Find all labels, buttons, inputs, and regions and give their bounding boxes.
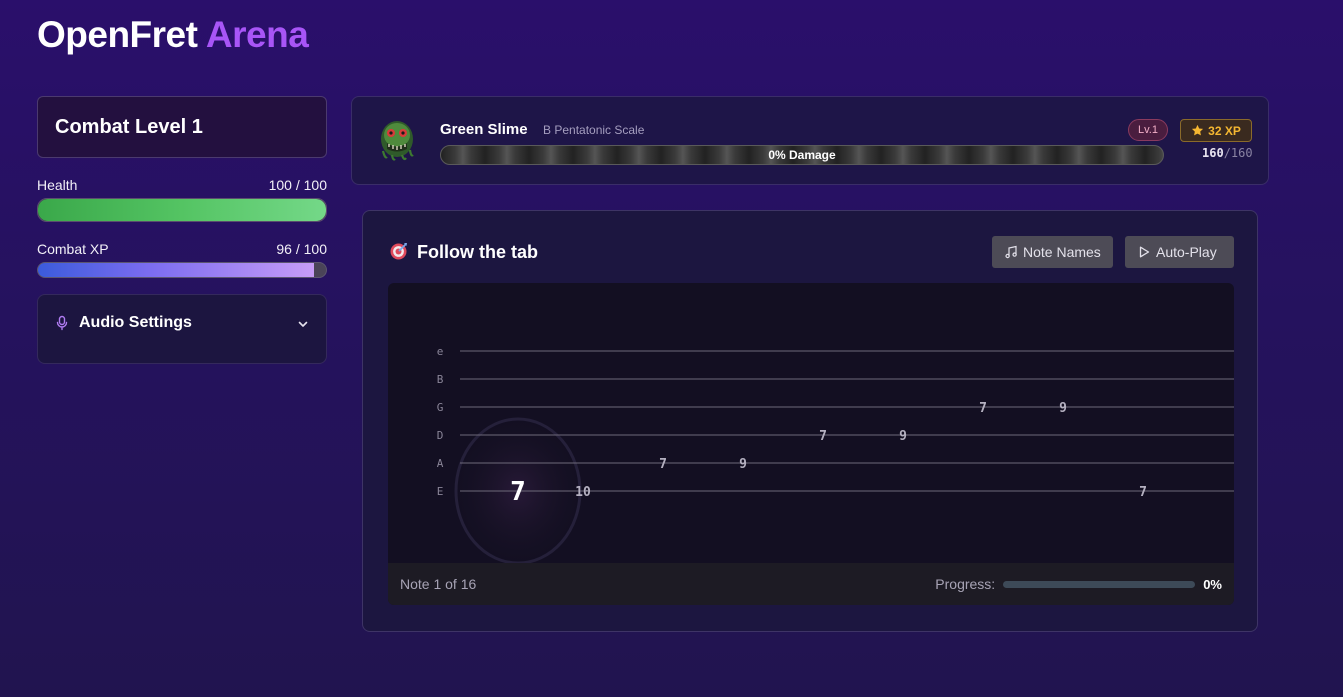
music-note-icon [1005, 245, 1017, 259]
health-label: Health [37, 177, 78, 193]
tab-note: 7 [1139, 485, 1147, 500]
string-label-A: A [437, 457, 444, 470]
tab-note-active: 7 [510, 477, 526, 507]
app-title: OpenFret Arena [37, 14, 309, 56]
tab-note: 10 [575, 485, 591, 500]
enemy-level-badge: Lv.1 [1128, 119, 1168, 141]
xp-reward-badge: 32 XP [1180, 119, 1252, 142]
combat-level-card: Combat Level 1 [37, 96, 327, 158]
string-label-B: B [437, 373, 444, 386]
target-icon [390, 243, 407, 260]
note-names-label: Note Names [1023, 244, 1101, 260]
health-row: Health 100 / 100 [37, 177, 327, 193]
tab-stage: e B G D A E 7 10 7 9 7 9 7 9 7 Note 1 of 16 Progress:… [388, 283, 1234, 605]
note-names-button[interactable]: Note Names [992, 236, 1113, 268]
microphone-icon [56, 315, 68, 331]
tab-footer: Note 1 of 16 Progress: 0% [388, 563, 1234, 605]
xp-bar-fill [38, 263, 315, 277]
string-label-E: E [437, 485, 444, 498]
chevron-down-icon [298, 321, 308, 327]
star-icon [1192, 124, 1204, 136]
tab-note: 7 [659, 457, 667, 472]
enemy-hp-current: 160 [1202, 146, 1224, 160]
tab-note: 9 [1059, 401, 1067, 416]
tab-note: 7 [819, 429, 827, 444]
string-label-D: D [437, 429, 444, 442]
enemy-card: Green Slime B Pentatonic Scale Lv.1 32 X… [351, 96, 1269, 185]
enemy-damage-bar: 0% Damage [440, 145, 1164, 165]
xp-value: 96 / 100 [276, 241, 327, 257]
app-title-accent: Arena [205, 14, 309, 55]
enemy-name: Green Slime [440, 121, 528, 138]
audio-settings-toggle[interactable]: Audio Settings [37, 294, 327, 364]
app-title-main: OpenFret [37, 14, 198, 55]
enemy-scale: B Pentatonic Scale [543, 123, 645, 137]
combat-level-label: Combat Level 1 [55, 115, 203, 138]
progress-label: Progress: [935, 576, 996, 592]
enemy-hp: 160/160 [1202, 146, 1253, 160]
xp-label: Combat XP [37, 241, 109, 257]
tablature: e B G D A E 7 10 7 9 7 9 7 9 7 [437, 345, 1234, 565]
note-counter: Note 1 of 16 [400, 576, 477, 592]
health-bar [37, 198, 327, 222]
tab-note: 9 [899, 429, 907, 444]
enemy-hp-max: /160 [1223, 146, 1253, 160]
xp-reward-value: 32 XP [1208, 123, 1241, 138]
tab-note: 9 [739, 457, 747, 472]
string-label-G: G [437, 401, 444, 414]
health-value: 100 / 100 [268, 177, 327, 193]
progress-value: 0% [1203, 576, 1222, 592]
health-bar-fill [38, 199, 326, 221]
xp-row: Combat XP 96 / 100 [37, 241, 327, 257]
damage-text: 0% Damage [768, 148, 836, 162]
xp-bar [37, 262, 327, 278]
auto-play-label: Auto-Play [1156, 244, 1217, 260]
string-label-e: e [437, 345, 444, 358]
audio-settings-title: Audio Settings [79, 314, 192, 331]
progress-bar [1003, 580, 1196, 588]
tab-title: Follow the tab [417, 242, 538, 262]
play-icon [1139, 246, 1150, 258]
tab-note: 7 [979, 401, 987, 416]
auto-play-button[interactable]: Auto-Play [1125, 236, 1234, 268]
tab-panel: Follow the tab Note Names Auto-Play e B G D… [362, 210, 1258, 632]
green-slime-avatar [381, 121, 414, 161]
